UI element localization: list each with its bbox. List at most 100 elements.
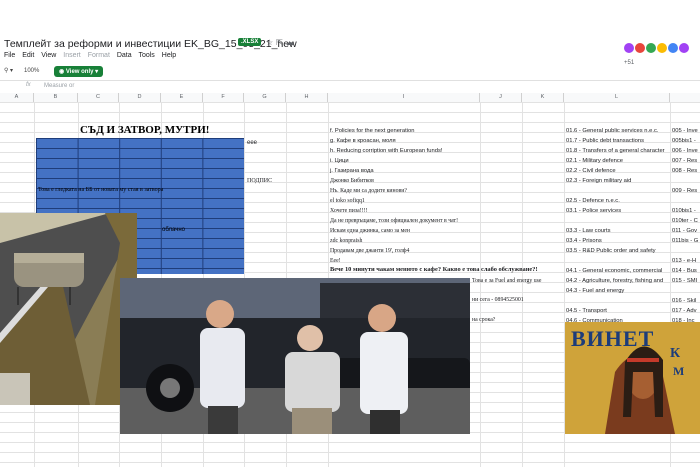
cell-l-11[interactable]: 03.3 - Law courts xyxy=(566,228,610,234)
cell-l-1[interactable]: 01.6 - General public services n.e.c. xyxy=(566,128,658,134)
column-header-d[interactable]: D xyxy=(119,93,161,102)
cell-i-18[interactable]: на срока? xyxy=(472,317,495,323)
cell-m-16[interactable]: 015 - SMI xyxy=(672,278,697,284)
column-header-j[interactable]: J xyxy=(480,93,522,102)
road-cart-image xyxy=(0,213,137,405)
cell-m-4[interactable]: 007 - Res xyxy=(672,158,697,164)
move-icon[interactable]: ⇱ xyxy=(276,38,286,47)
cell-l-19[interactable]: 04.5 - Transport xyxy=(566,308,607,314)
cell-l-15[interactable]: 04.1 - General economic, commercial xyxy=(566,268,662,274)
cell-i-2[interactable]: g. Кафе в кроасан, моля xyxy=(330,138,396,144)
cell-i-7[interactable]: Нъ. Каде ми са додите кинови? xyxy=(330,188,407,194)
avatar[interactable] xyxy=(668,43,678,53)
poster-m: М xyxy=(673,364,685,378)
cloud-icon[interactable]: ☁ xyxy=(286,38,297,47)
sheet-heading: СЪД И ЗАТВОР, МУТРИ! xyxy=(80,124,210,136)
avatar[interactable] xyxy=(635,43,645,53)
cell-i-3[interactable]: h. Reducing corription with European fun… xyxy=(330,148,442,154)
cell-m-7[interactable]: 009 - Res xyxy=(672,188,697,194)
cell-l-4[interactable]: 02.1 - Military defence xyxy=(566,158,623,164)
cell-m-1[interactable]: 005 - Inve xyxy=(672,128,698,134)
cell-oblachno[interactable]: облачно xyxy=(162,227,185,233)
cell-l-12[interactable]: 03.4 - Prisons xyxy=(566,238,602,244)
avatar[interactable] xyxy=(624,43,634,53)
cell-i-12[interactable]: zdc konpraish xyxy=(330,238,362,244)
menu-data[interactable]: Data xyxy=(117,52,132,59)
toolbar: ⚲ ▾ 100% ◉ View only ▾ xyxy=(0,64,700,81)
menu-view[interactable]: View xyxy=(41,52,56,59)
cell-m-3[interactable]: 006 - Inve xyxy=(672,148,698,154)
cell-i-14[interactable]: Eee! xyxy=(330,258,341,264)
view-only-button[interactable]: ◉ View only ▾ xyxy=(54,66,104,77)
column-header-c[interactable]: C xyxy=(78,93,119,102)
column-header-l[interactable]: L xyxy=(564,93,670,102)
cell-i-9[interactable]: Хочете пиза!!!! xyxy=(330,208,367,214)
cell-m-19[interactable]: 017 - Adv xyxy=(672,308,697,314)
menu-format[interactable]: Format xyxy=(88,52,110,59)
column-header-g[interactable]: G xyxy=(244,93,286,102)
three-men-photo xyxy=(120,278,470,434)
cell-i-16[interactable]: Това е за Fuel and energy use xyxy=(472,278,541,284)
menu-insert[interactable]: Insert xyxy=(63,52,81,59)
cell-podpis[interactable]: ПОДПИС xyxy=(247,178,272,184)
cell-i-17[interactable]: ни сега - 0894525001 xyxy=(472,297,524,303)
cell-l-17[interactable]: 04.3 - Fuel and energy xyxy=(566,288,624,294)
fx-icon: fx xyxy=(26,82,31,88)
app-header: Темплейт за реформи и инвестиции EK_BG_1… xyxy=(0,0,700,66)
vinetu-poster: ВИНЕТ К М xyxy=(565,322,700,434)
column-header-k[interactable]: K xyxy=(522,93,564,102)
zoom-select[interactable]: 100% xyxy=(24,68,39,74)
column-header-h[interactable]: H xyxy=(286,93,328,102)
cell-l-2[interactable]: 01.7 - Public debt transactions xyxy=(566,138,644,144)
column-header-e[interactable]: E xyxy=(161,93,203,102)
cell-l-3[interactable]: 01.8 - Transfers of a general character xyxy=(566,148,665,154)
cell-i-1[interactable]: f. Policies for the next generation xyxy=(330,128,414,134)
column-header-a[interactable]: A xyxy=(0,93,34,102)
cell-g-eee[interactable]: еее xyxy=(247,140,257,146)
road-cart-photo xyxy=(0,213,137,405)
poster-k: К xyxy=(670,346,681,361)
grid-column-line xyxy=(522,102,523,467)
cell-m-2[interactable]: 005bis1 - xyxy=(672,138,696,144)
column-header-b[interactable]: B xyxy=(34,93,78,102)
star-icon[interactable]: ☆ xyxy=(266,38,276,47)
cell-i-10[interactable]: Да не превръщаме, този официален докумен… xyxy=(330,218,458,224)
cell-l-16[interactable]: 04.2 - Agriculture, forestry, fishing an… xyxy=(566,278,663,284)
title-icons: ☆⇱☁ xyxy=(266,38,297,47)
grid-column-line xyxy=(480,102,481,467)
poster-title: ВИНЕТ xyxy=(571,326,655,351)
avatar[interactable] xyxy=(657,43,667,53)
cell-l-13[interactable]: 03.5 - R&D Public order and safety xyxy=(566,248,656,254)
cell-l-5[interactable]: 02.2 - Civil defence xyxy=(566,168,616,174)
cell-i-6[interactable]: Джонко Бибитков xyxy=(330,178,374,184)
cell-i-11[interactable]: Искам една джинка, само за мен xyxy=(330,228,410,234)
cell-i-13[interactable]: Продавам две джанти 19', голф4 xyxy=(330,248,409,254)
cell-m-14[interactable]: 013 - e-H xyxy=(672,258,696,264)
menu-file[interactable]: File xyxy=(4,52,15,59)
cell-m-10[interactable]: 010ter - C xyxy=(672,218,698,224)
cell-m-15[interactable]: 014 - Bus xyxy=(672,268,697,274)
cell-i-15[interactable]: Вече 10 минути чакам менюто с кафе? Какв… xyxy=(330,266,538,273)
menu-tools[interactable]: Tools xyxy=(138,52,154,59)
eye-icon: ◉ xyxy=(59,69,66,75)
menu-edit[interactable]: Edit xyxy=(22,52,34,59)
filter-icon[interactable]: ⚲ ▾ xyxy=(4,67,13,74)
cell-m-11[interactable]: 011 - Gov xyxy=(672,228,697,234)
cell-m-12[interactable]: 011bis - G xyxy=(672,238,698,244)
cell-m-5[interactable]: 008 - Res xyxy=(672,168,697,174)
cell-i-4[interactable]: i. Цици xyxy=(330,158,349,164)
cell-m-18[interactable]: 016 - Skil xyxy=(672,298,696,304)
menu-bar: File Edit View Insert Format Data Tools … xyxy=(4,52,181,59)
cell-l-6[interactable]: 02.3 - Foreign military aid xyxy=(566,178,631,184)
cell-i-8[interactable]: el toko sofiqq1 xyxy=(330,198,365,204)
column-header-i[interactable]: I xyxy=(328,93,480,102)
column-header-f[interactable]: F xyxy=(203,93,244,102)
formula-input[interactable]: Measure or xyxy=(44,83,74,89)
cell-l-9[interactable]: 03.1 - Police services xyxy=(566,208,621,214)
cell-m-9[interactable]: 010bis1 - xyxy=(672,208,696,214)
menu-help[interactable]: Help xyxy=(162,52,176,59)
cell-l-8[interactable]: 02.5 - Defence n.e.c. xyxy=(566,198,620,204)
avatar[interactable] xyxy=(679,43,689,53)
cell-i-5[interactable]: j. Газирана вода xyxy=(330,168,374,174)
avatar[interactable] xyxy=(646,43,656,53)
